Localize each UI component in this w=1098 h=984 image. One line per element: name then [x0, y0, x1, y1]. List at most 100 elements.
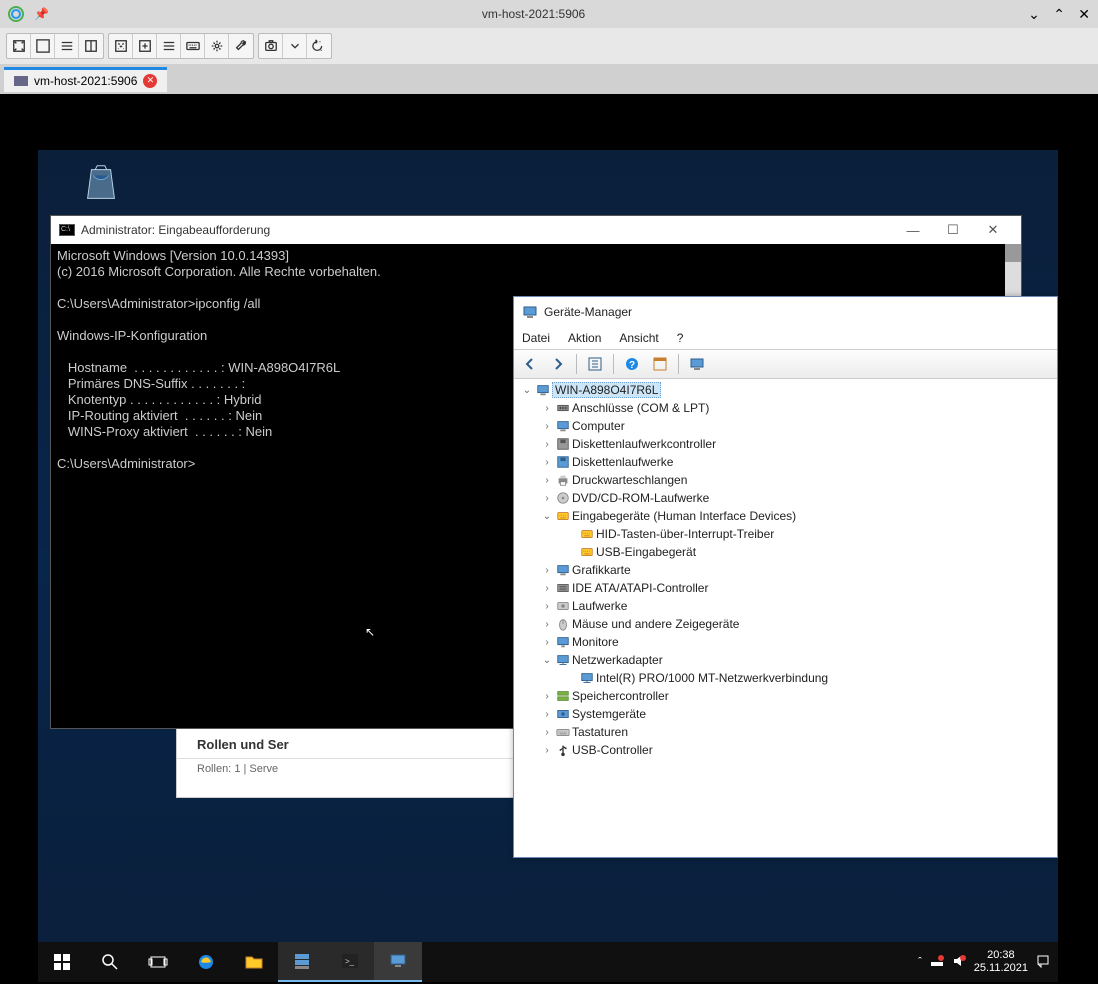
device-tree[interactable]: ⌄WIN-A898O4I7R6L›Anschlüsse (COM & LPT)›… — [514, 379, 1057, 857]
devmgr-app-icon — [522, 304, 538, 320]
zoom-out-icon[interactable] — [109, 34, 133, 58]
cmd-titlebar[interactable]: C:\ Administrator: Eingabeaufforderung —… — [51, 216, 1021, 244]
devmgr-titlebar[interactable]: Geräte-Manager — [514, 297, 1057, 327]
gear-icon[interactable] — [205, 34, 229, 58]
mouse-icon — [554, 617, 572, 631]
menu-view[interactable]: Ansicht — [619, 331, 658, 345]
hid-icon — [554, 509, 572, 523]
hid-icon — [578, 545, 596, 559]
fullscreen-icon[interactable] — [31, 34, 55, 58]
tree-node-label: Netzwerkadapter — [572, 653, 663, 667]
tree-node[interactable]: ›Tastaturen — [518, 723, 1053, 741]
volume-tray-icon[interactable] — [952, 954, 966, 971]
tree-root[interactable]: ⌄WIN-A898O4I7R6L — [518, 381, 1053, 399]
tray-chevron-icon[interactable]: ˆ — [918, 956, 922, 968]
tree-leaf[interactable]: Intel(R) PRO/1000 MT-Netzwerkverbindung — [518, 669, 1053, 687]
vnc-session-tab[interactable]: vm-host-2021:5906 ✕ — [4, 67, 167, 92]
show-hidden-icon[interactable] — [583, 353, 607, 375]
forward-icon[interactable] — [546, 353, 570, 375]
reconnect-icon[interactable] — [307, 34, 331, 58]
notifications-icon[interactable] — [1036, 954, 1050, 971]
tree-node[interactable]: ›Computer — [518, 417, 1053, 435]
vnc-tabbar: vm-host-2021:5906 ✕ — [0, 64, 1098, 94]
devmgr-menubar: Datei Aktion Ansicht ? — [514, 327, 1057, 349]
wrench-icon[interactable] — [229, 34, 253, 58]
menu-action[interactable]: Aktion — [568, 331, 601, 345]
fit-window-icon[interactable] — [7, 34, 31, 58]
tree-node-label: USB-Controller — [572, 743, 653, 757]
monitor-icon — [554, 635, 572, 649]
computer-icon — [534, 383, 552, 397]
cmd-close-button[interactable]: ✕ — [973, 222, 1013, 238]
devmgr-taskbar-button[interactable] — [374, 942, 422, 982]
tree-node[interactable]: ›IDE ATA/ATAPI-Controller — [518, 579, 1053, 597]
tree-node[interactable]: ›Monitore — [518, 633, 1053, 651]
cmd-taskbar-button[interactable]: >_ — [326, 942, 374, 982]
tree-node[interactable]: ›Diskettenlaufwerkcontroller — [518, 435, 1053, 453]
windows-desktop[interactable]: Rollen und Ser Rollen: 1 | Serve C:\ Adm… — [38, 150, 1058, 982]
tree-node[interactable]: ⌄Eingabegeräte (Human Interface Devices) — [518, 507, 1053, 525]
tree-node[interactable]: ⌄Netzwerkadapter — [518, 651, 1053, 669]
network-icon — [578, 671, 596, 685]
cmd-maximize-button[interactable]: ☐ — [933, 222, 973, 238]
tree-node[interactable]: ›Diskettenlaufwerke — [518, 453, 1053, 471]
floppyctrl-icon — [554, 437, 572, 451]
properties-icon[interactable] — [648, 353, 672, 375]
tree-node-label: Systemgeräte — [572, 707, 646, 721]
view-split-icon[interactable] — [79, 34, 103, 58]
explorer-button[interactable] — [230, 942, 278, 982]
cmd-title-text: Administrator: Eingabeaufforderung — [81, 223, 270, 237]
taskbar-clock[interactable]: 20:38 25.11.2021 — [974, 949, 1028, 975]
usb-icon — [554, 743, 572, 757]
keyboard-icon[interactable] — [181, 34, 205, 58]
session-tab-icon — [14, 76, 28, 86]
close-icon[interactable]: ✕ — [1078, 6, 1090, 22]
tree-node[interactable]: ›Laufwerke — [518, 597, 1053, 615]
view-bars-icon[interactable] — [157, 34, 181, 58]
cmd-minimize-button[interactable]: — — [893, 223, 933, 238]
minimize-icon[interactable]: ⌄ — [1028, 6, 1040, 22]
tree-node[interactable]: ›DVD/CD-ROM-Laufwerke — [518, 489, 1053, 507]
search-button[interactable] — [86, 942, 134, 982]
tree-node[interactable]: ›Systemgeräte — [518, 705, 1053, 723]
tab-close-icon[interactable]: ✕ — [143, 74, 157, 88]
task-view-button[interactable] — [134, 942, 182, 982]
help-icon[interactable]: ? — [620, 353, 644, 375]
tree-leaf[interactable]: USB-Eingabegerät — [518, 543, 1053, 561]
maximize-icon[interactable]: ⌃ — [1053, 6, 1065, 22]
tree-node-label: DVD/CD-ROM-Laufwerke — [572, 491, 709, 505]
devmgr-title-text: Geräte-Manager — [544, 305, 632, 319]
menu-file[interactable]: Datei — [522, 331, 550, 345]
server-manager-window[interactable]: Rollen und Ser Rollen: 1 | Serve — [176, 726, 548, 798]
tree-node[interactable]: ›Grafikkarte — [518, 561, 1053, 579]
x2go-logo-icon — [8, 6, 24, 22]
server-manager-button[interactable] — [278, 942, 326, 982]
zoom-fit-icon[interactable] — [133, 34, 157, 58]
tree-node-label: Diskettenlaufwerkcontroller — [572, 437, 716, 451]
tree-leaf-label: HID-Tasten-über-Interrupt-Treiber — [596, 527, 774, 541]
recycle-bin-icon[interactable] — [78, 160, 128, 210]
tree-node[interactable]: ›Anschlüsse (COM & LPT) — [518, 399, 1053, 417]
scan-hardware-icon[interactable] — [685, 353, 709, 375]
tree-node-label: Eingabegeräte (Human Interface Devices) — [572, 509, 796, 523]
vnc-toolbar — [0, 28, 1098, 64]
view-list-icon[interactable] — [55, 34, 79, 58]
network-tray-icon[interactable] — [930, 954, 944, 971]
clock-time: 20:38 — [974, 949, 1028, 962]
device-manager-window[interactable]: Geräte-Manager Datei Aktion Ansicht ? ? … — [513, 296, 1058, 858]
camera-icon[interactable] — [259, 34, 283, 58]
tree-leaf-label: Intel(R) PRO/1000 MT-Netzwerkverbindung — [596, 671, 828, 685]
tree-node[interactable]: ›Speichercontroller — [518, 687, 1053, 705]
tree-node[interactable]: ›Druckwarteschlangen — [518, 471, 1053, 489]
ie-button[interactable] — [182, 942, 230, 982]
pin-icon[interactable]: 📌 — [34, 7, 49, 21]
printer-icon — [554, 473, 572, 487]
tree-node[interactable]: ›Mäuse und andere Zeigegeräte — [518, 615, 1053, 633]
tree-leaf[interactable]: HID-Tasten-über-Interrupt-Treiber — [518, 525, 1053, 543]
start-button[interactable] — [38, 942, 86, 982]
back-icon[interactable] — [518, 353, 542, 375]
menu-help[interactable]: ? — [677, 331, 684, 345]
vnc-tab-label: vm-host-2021:5906 — [34, 74, 137, 88]
chevron-down-icon[interactable] — [283, 34, 307, 58]
tree-node[interactable]: ›USB-Controller — [518, 741, 1053, 759]
